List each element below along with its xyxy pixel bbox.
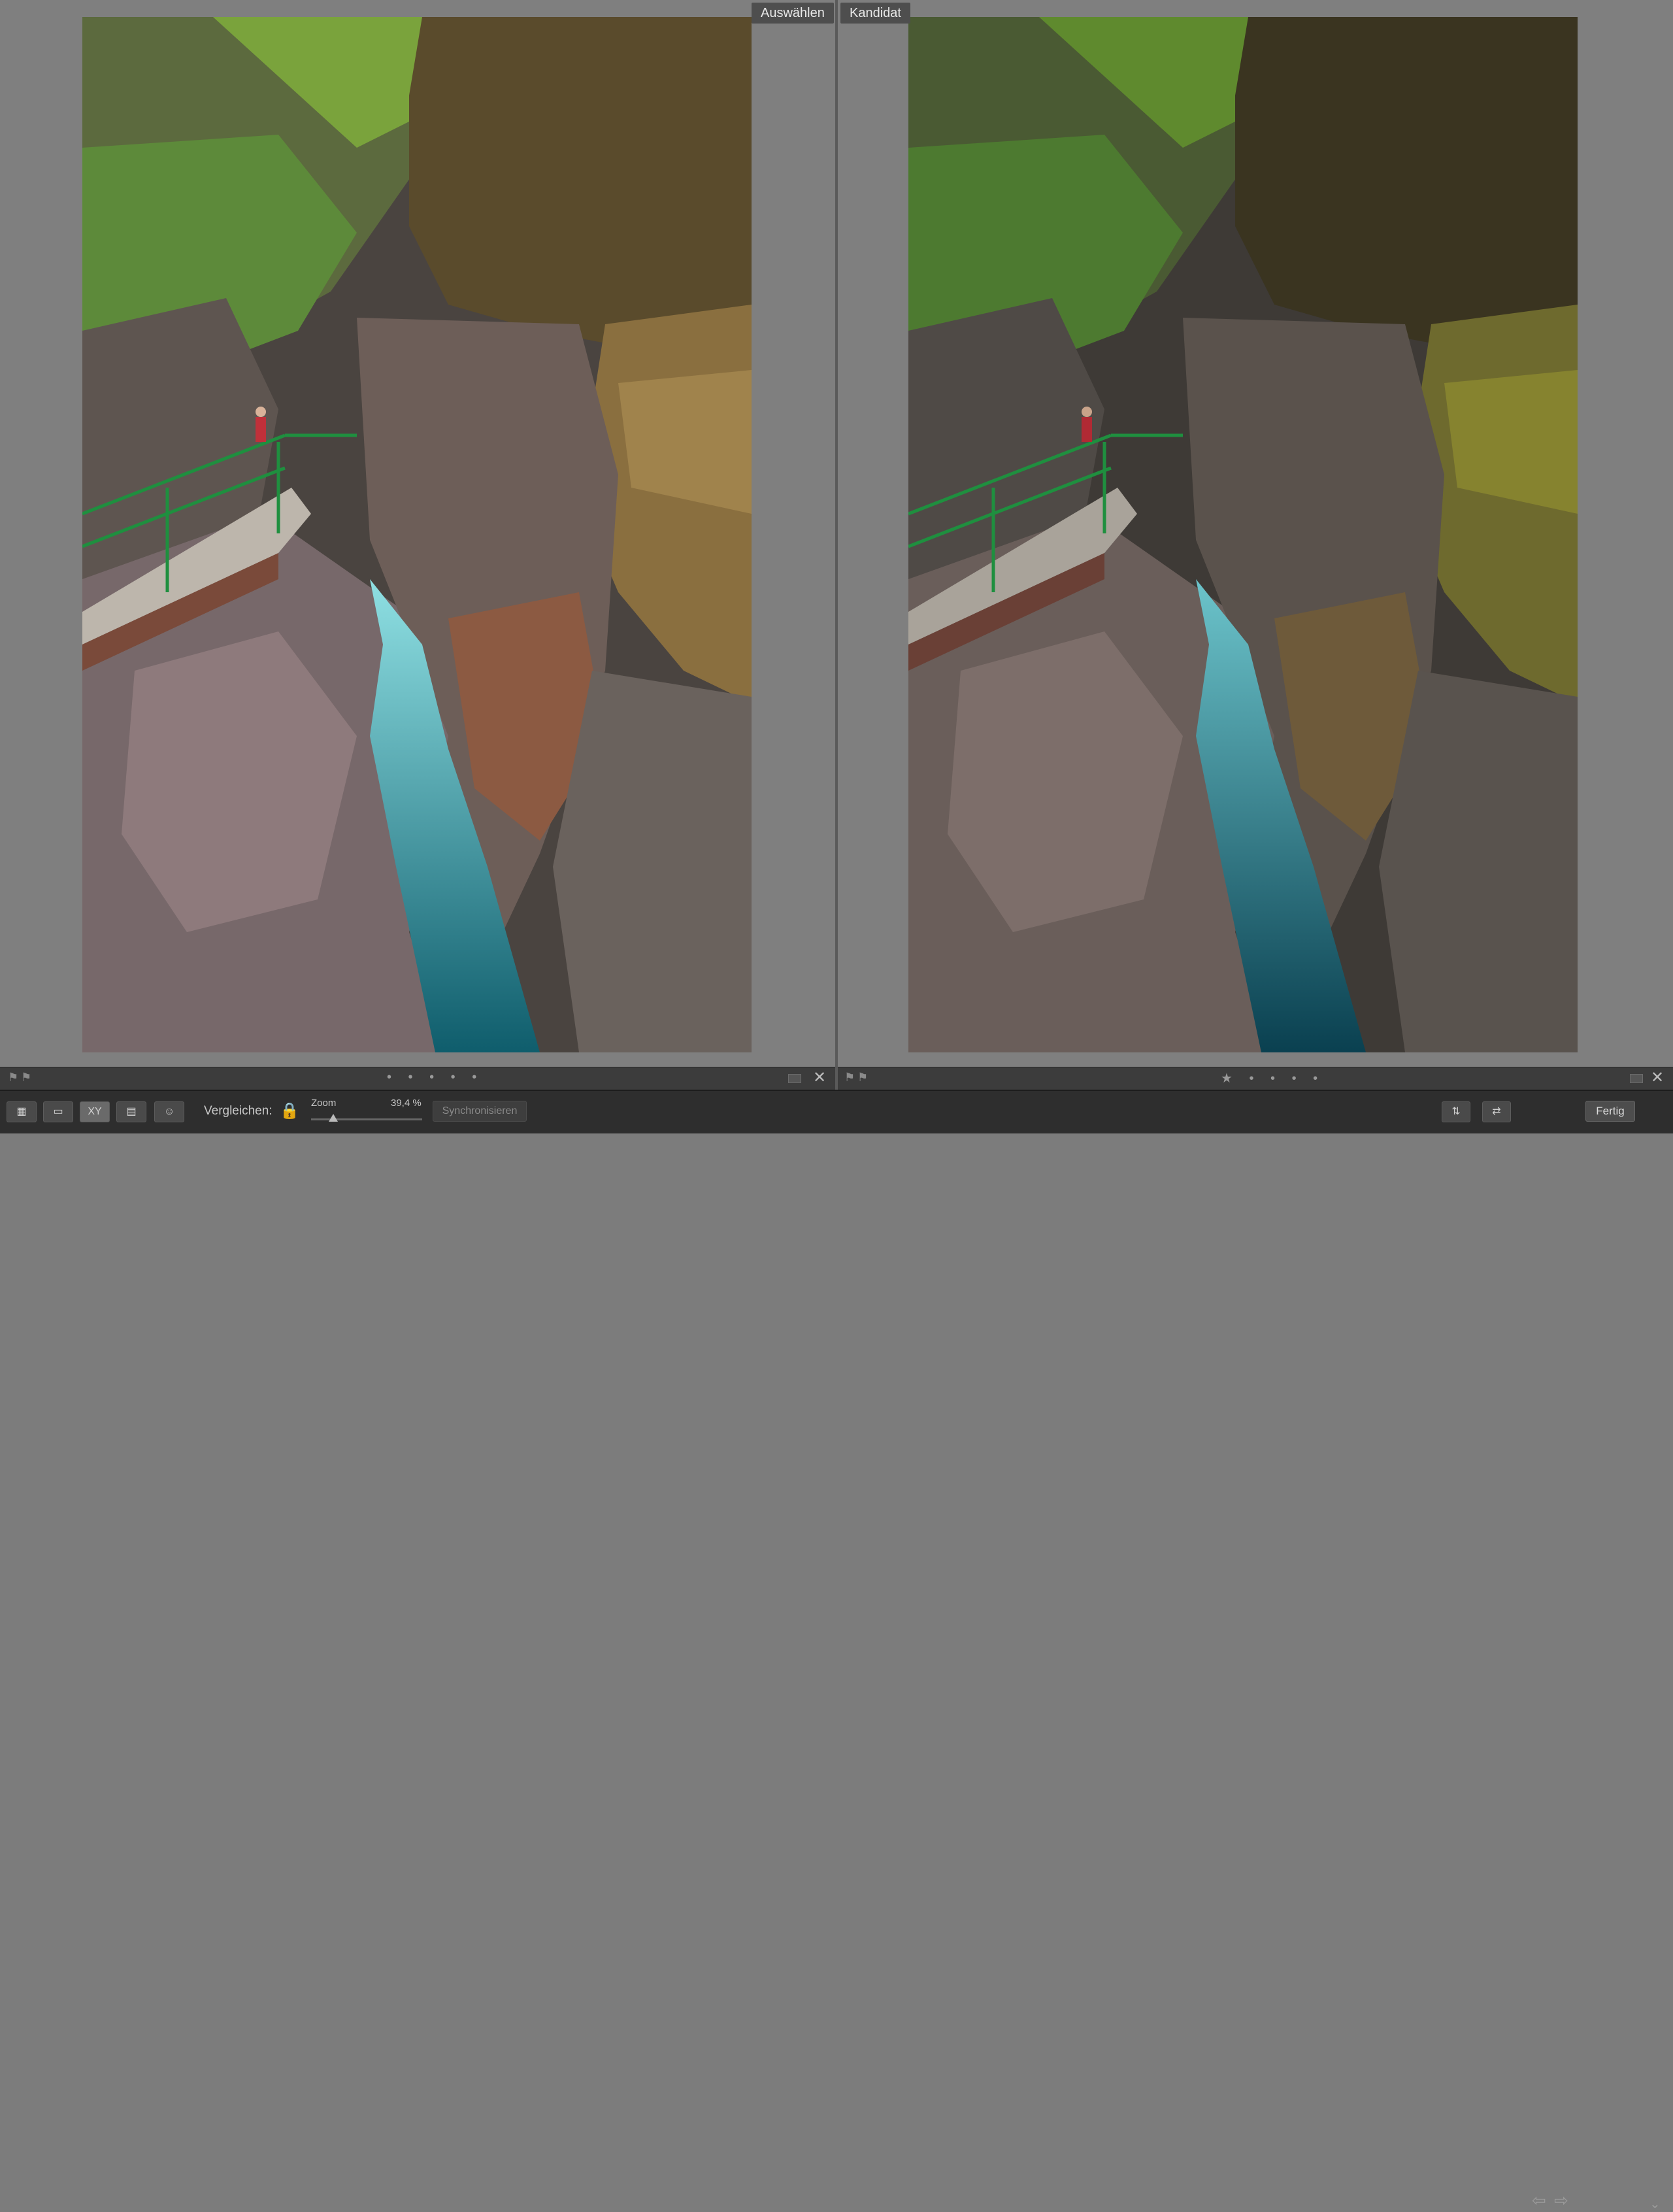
swap-icon[interactable]: ⇅ <box>1442 1101 1470 1122</box>
rating-stars[interactable]: • • • • • <box>387 1070 483 1085</box>
lock-icon[interactable]: 🔒 <box>280 1101 299 1120</box>
done-button[interactable]: Fertig <box>1585 1101 1635 1122</box>
zoom-slider-track[interactable] <box>311 1118 422 1120</box>
color-label[interactable] <box>788 1074 801 1083</box>
flag-reject-icon[interactable]: ⚑ <box>8 1071 18 1083</box>
make-select-icon[interactable]: ⇄ <box>1482 1101 1511 1122</box>
zoom-slider-thumb[interactable] <box>329 1114 338 1122</box>
zoom-value: 39,4 % <box>391 1098 422 1109</box>
photo-select[interactable] <box>82 17 752 1052</box>
grid-view-icon[interactable]: ▦ <box>7 1101 37 1122</box>
compare-pane-select[interactable]: Auswählen <box>0 0 835 1067</box>
close-icon[interactable]: ✕ <box>1651 1069 1664 1087</box>
bottom-toolbar: ▦ ▭ XY ▤ ☺ Vergleichen: 🔒 Zoom 39,4 % ⇅ … <box>0 1090 1673 2211</box>
sync-button[interactable]: Synchronisieren <box>433 1101 527 1122</box>
people-view-icon[interactable]: ☺ <box>154 1101 184 1122</box>
close-icon[interactable]: ✕ <box>813 1069 826 1087</box>
photo-candidate[interactable] <box>908 17 1578 1052</box>
zoom-label: Zoom <box>311 1098 337 1109</box>
loupe-view-icon[interactable]: ▭ <box>43 1101 73 1122</box>
survey-view-icon[interactable]: ▤ <box>116 1101 146 1122</box>
info-bar-candidate: ⚑ ⚑ ★ • • • • ✕ <box>838 1067 1673 1090</box>
select-tag: Auswählen <box>752 3 834 24</box>
flag-pick-icon[interactable]: ⚑ <box>857 1071 868 1083</box>
previous-arrow-icon[interactable]: ⇦ <box>1532 2190 1546 2211</box>
rating-stars[interactable]: ★ • • • • <box>1221 1070 1324 1086</box>
compare-pane-candidate[interactable]: Kandidat <box>838 0 1673 1067</box>
flag-pick-icon[interactable]: ⚑ <box>21 1071 31 1083</box>
info-bar-select: ⚑ ⚑ • • • • • ✕ <box>0 1067 835 1090</box>
compare-label: Vergleichen: <box>204 1104 273 1118</box>
toolbar-menu-chevron-icon[interactable]: ⌄ <box>1649 2196 1661 2212</box>
color-label[interactable] <box>1630 1074 1643 1083</box>
next-arrow-icon[interactable]: ⇨ <box>1554 2190 1568 2211</box>
compare-view-icon[interactable]: XY <box>80 1101 110 1122</box>
flag-reject-icon[interactable]: ⚑ <box>844 1071 855 1083</box>
candidate-tag: Kandidat <box>840 3 910 24</box>
